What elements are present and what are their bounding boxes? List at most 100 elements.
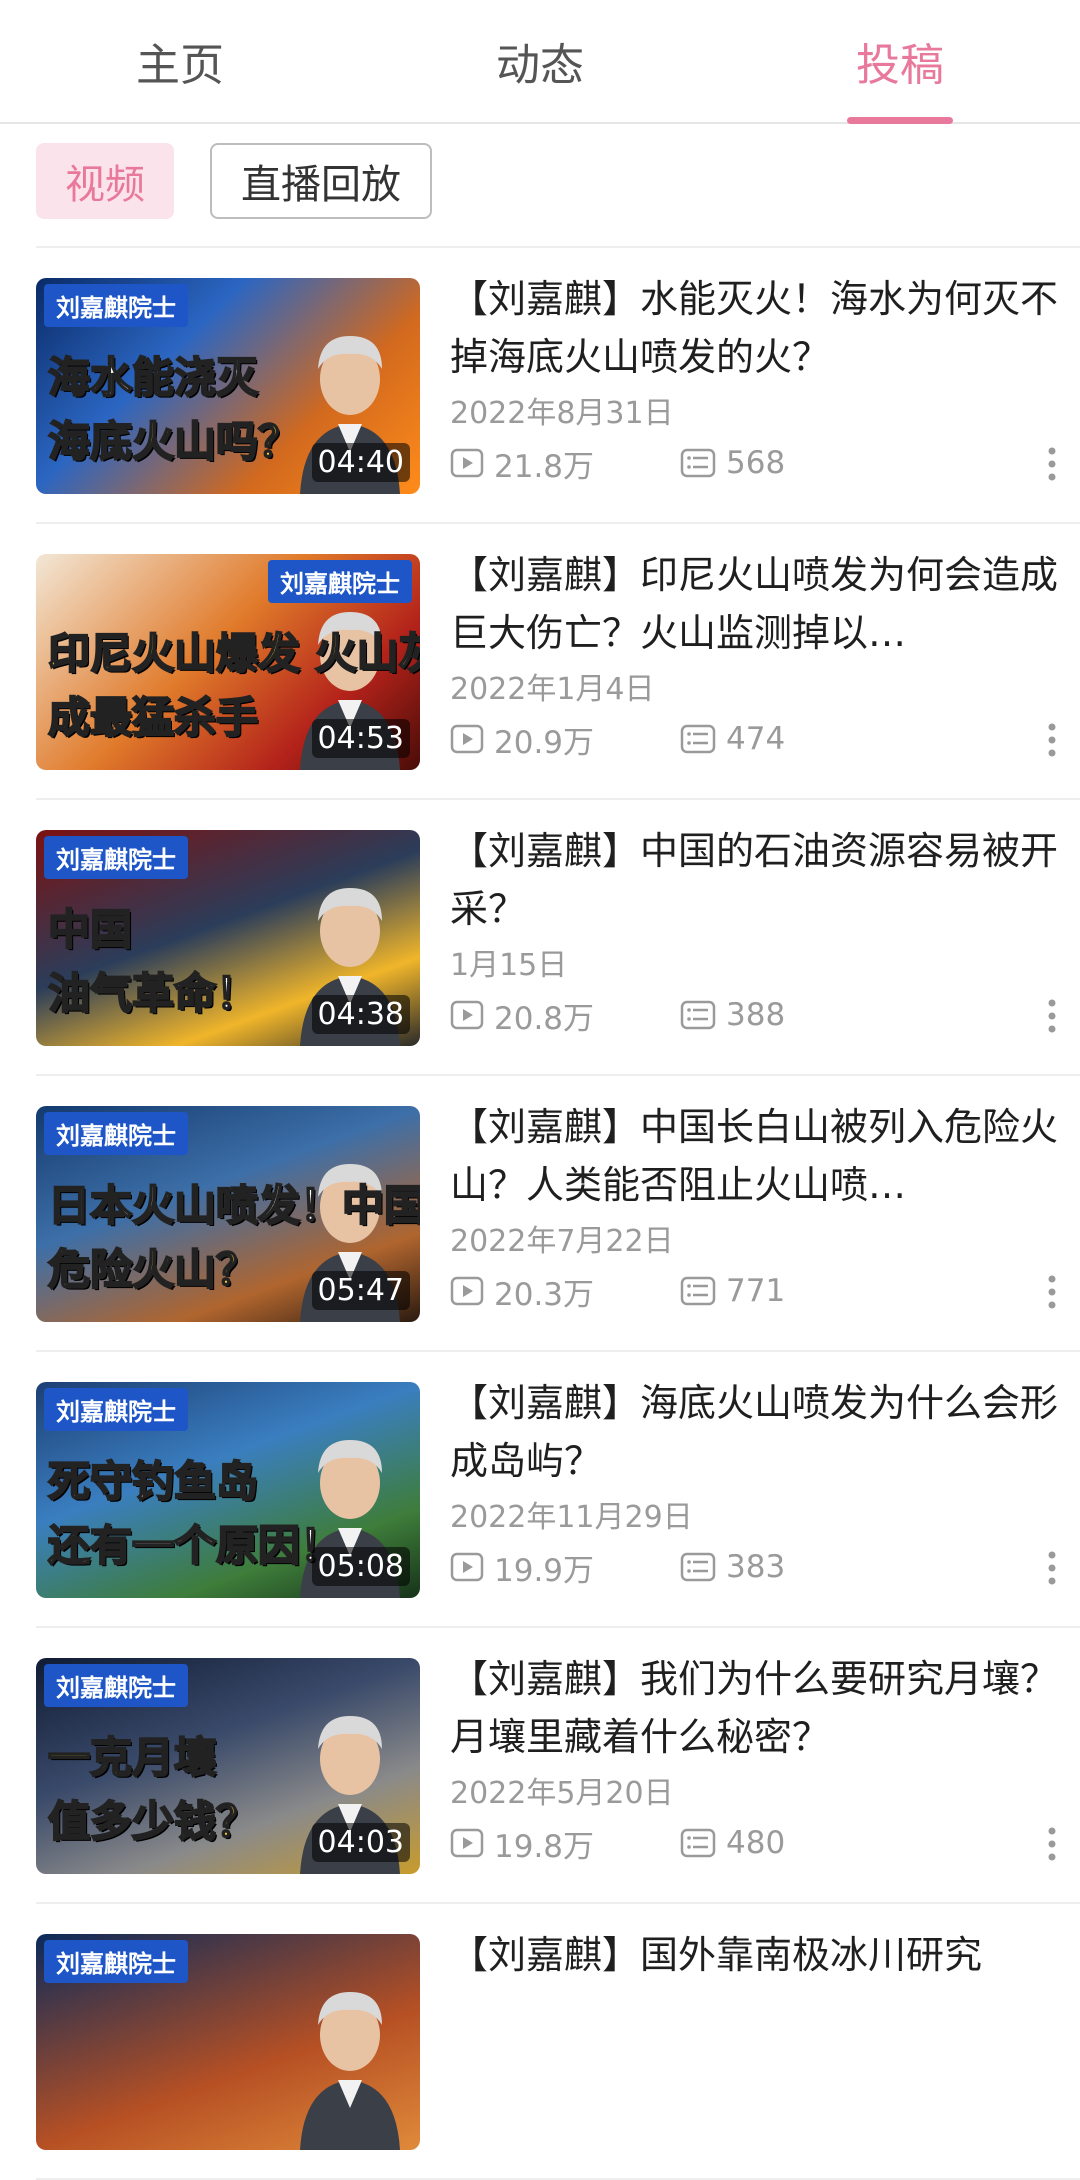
video-info: 【刘嘉麒】水能灭火！海水为何灭不掉海底火山喷发的火？ 2022年8月31日 21.8… (450, 270, 1080, 488)
thumbnail-caption: 中国 (47, 904, 133, 955)
video-title[interactable]: 【刘嘉麒】中国长白山被列入危险火山？人类能否阻止火山喷… (450, 1098, 1080, 1214)
video-info: 【刘嘉麒】中国长白山被列入危险火山？人类能否阻止火山喷… 2022年7月22日 20… (450, 1098, 1080, 1316)
more-options-icon[interactable] (1042, 720, 1062, 760)
thumbnail-caption: 死守钓鱼岛 (47, 1456, 259, 1507)
video-duration: 04:38 (311, 995, 410, 1034)
more-options-icon[interactable] (1042, 996, 1062, 1036)
video-thumbnail[interactable]: 刘嘉麒院士 一克月壤 值多少钱？ 04:03 (36, 1658, 420, 1874)
video-list-item[interactable]: 刘嘉麒院士 印尼火山爆发 火山灰 成最猛杀手 04:53 【刘嘉麒】印尼火山喷发为何会造… (36, 524, 1080, 800)
video-list-item[interactable]: 刘嘉麒院士日本火山喷发！中国有哪些危险火山？ 05:47 【刘嘉麒】中国长白山被列入… (36, 1076, 1080, 1352)
comment-count-value: 480 (726, 1825, 786, 1861)
video-duration: 05:08 (311, 1547, 410, 1586)
play-count: 20.8万 (450, 993, 680, 1038)
more-options-icon[interactable] (1042, 444, 1062, 484)
video-title[interactable]: 【刘嘉麒】中国的石油资源容易被开采？ (450, 822, 1080, 938)
comment-count-icon (680, 1000, 716, 1030)
video-info: 【刘嘉麒】国外靠南极冰川研究 (450, 1926, 1080, 2042)
play-count: 20.3万 (450, 1269, 680, 1314)
comment-count: 383 (680, 1549, 785, 1585)
filter-live-replay-chip[interactable]: 直播回放 (210, 143, 432, 219)
video-date: 2022年11月29日 (450, 1500, 693, 1535)
thumbnail-caption: 一克月壤 (47, 1732, 217, 1783)
comment-count-icon (680, 1828, 716, 1858)
video-list-item[interactable]: 刘嘉麒院士 【刘嘉麒】国外靠南极冰川研究 (36, 1904, 1080, 2180)
more-options-icon[interactable] (1042, 1272, 1062, 1312)
video-thumbnail[interactable]: 刘嘉麒院士 印尼火山爆发 火山灰 成最猛杀手 04:53 (36, 554, 420, 770)
video-list: 刘嘉麒院士 海水能浇灭 海底火山吗？ 04:40 【刘嘉麒】水能灭火！海水为何灭不掉海底… (0, 248, 1080, 2180)
video-stats: 19.8万 480 (450, 1818, 1080, 1868)
comment-count-value: 568 (726, 445, 786, 481)
video-thumbnail[interactable]: 刘嘉麒院士日本火山喷发！中国有哪些危险火山？ 05:47 (36, 1106, 420, 1322)
video-title[interactable]: 【刘嘉麒】我们为什么要研究月壤？月壤里藏着什么秘密？ (450, 1650, 1080, 1766)
filter-bar: 视频 直播回放 (36, 143, 432, 219)
video-list-item[interactable]: 刘嘉麒院士中国油气革命！ 04:38 【刘嘉麒】中国的石油资源容易被开采？ 1月15日… (36, 800, 1080, 1076)
video-duration: 04:03 (311, 1823, 410, 1862)
comment-count-icon (680, 1276, 716, 1306)
comment-count-value: 474 (726, 721, 786, 757)
thumbnail-caption: 印尼火山爆发 火山灰 (47, 628, 420, 679)
comment-count-value: 383 (726, 1549, 786, 1585)
tab-home[interactable]: 主页 (0, 0, 360, 122)
video-thumbnail[interactable]: 刘嘉麒院士中国油气革命！ 04:38 (36, 830, 420, 1046)
thumbnail-badge: 刘嘉麒院士 (44, 1664, 188, 1707)
more-options-icon[interactable] (1042, 1548, 1062, 1588)
video-date: 1月15日 (450, 948, 568, 983)
thumbnail-caption: 油气革命！ (47, 968, 259, 1019)
video-date: 2022年8月31日 (450, 396, 674, 431)
comment-count: 474 (680, 721, 785, 757)
video-thumbnail[interactable]: 刘嘉麒院士 (36, 1934, 420, 2150)
video-info: 【刘嘉麒】海底火山喷发为什么会形成岛屿？ 2022年11月29日 19.9万 383 (450, 1374, 1080, 1592)
play-count-icon (450, 724, 484, 754)
video-list-item[interactable]: 刘嘉麒院士 死守钓鱼岛 还有一个原因！ 05:08 【刘嘉麒】海底火山喷发为什么会形成岛… (36, 1352, 1080, 1628)
video-info: 【刘嘉麒】中国的石油资源容易被开采？ 1月15日 20.8万 388 (450, 822, 1080, 1040)
video-info: 【刘嘉麒】我们为什么要研究月壤？月壤里藏着什么秘密？ 2022年5月20日 19.8… (450, 1650, 1080, 1868)
video-duration: 04:40 (311, 443, 410, 482)
play-count-value: 21.8万 (494, 448, 595, 485)
video-thumbnail[interactable]: 刘嘉麒院士 死守钓鱼岛 还有一个原因！ 05:08 (36, 1382, 420, 1598)
top-tab-bar: 主页 动态 投稿 (0, 0, 1080, 124)
video-title[interactable]: 【刘嘉麒】海底火山喷发为什么会形成岛屿？ (450, 1374, 1080, 1490)
video-title[interactable]: 【刘嘉麒】印尼火山喷发为何会造成巨大伤亡？火山监测掉以… (450, 546, 1080, 662)
comment-count: 771 (680, 1273, 785, 1309)
video-stats: 19.9万 383 (450, 1542, 1080, 1592)
comment-count-icon (680, 448, 716, 478)
comment-count: 480 (680, 1825, 785, 1861)
play-count-icon (450, 1000, 484, 1030)
comment-count: 568 (680, 445, 785, 481)
more-options-icon[interactable] (1042, 1824, 1062, 1864)
play-count-icon (450, 448, 484, 478)
video-date: 2022年5月20日 (450, 1776, 674, 1811)
video-info: 【刘嘉麒】印尼火山喷发为何会造成巨大伤亡？火山监测掉以… 2022年1月4日 20.… (450, 546, 1080, 764)
play-count-value: 19.9万 (494, 1552, 595, 1589)
video-list-item[interactable]: 刘嘉麒院士 一克月壤 值多少钱？ 04:03 【刘嘉麒】我们为什么要研究月壤？月壤里藏着… (36, 1628, 1080, 1904)
comment-count-icon (680, 1552, 716, 1582)
filter-video-chip[interactable]: 视频 (36, 143, 174, 219)
thumbnail-badge: 刘嘉麒院士 (44, 284, 188, 327)
video-date: 2022年7月22日 (450, 1224, 674, 1259)
video-duration: 05:47 (311, 1271, 410, 1310)
video-stats: 21.8万 568 (450, 438, 1080, 488)
tab-dynamics[interactable]: 动态 (360, 0, 720, 122)
thumbnail-caption: 日本火山喷发！中国有哪些 (47, 1180, 420, 1231)
thumbnail-badge: 刘嘉麒院士 (44, 1112, 188, 1155)
thumbnail-badge: 刘嘉麒院士 (44, 836, 188, 879)
video-title[interactable]: 【刘嘉麒】水能灭火！海水为何灭不掉海底火山喷发的火？ (450, 270, 1080, 386)
tab-uploads[interactable]: 投稿 (720, 0, 1080, 122)
thumbnail-caption: 还有一个原因！ (47, 1520, 343, 1571)
video-title[interactable]: 【刘嘉麒】国外靠南极冰川研究 (450, 1926, 1080, 2042)
video-stats: 20.3万 771 (450, 1266, 1080, 1316)
play-count-value: 20.9万 (494, 724, 595, 761)
thumbnail-badge: 刘嘉麒院士 (44, 1940, 188, 1983)
play-count: 21.8万 (450, 441, 680, 486)
comment-count-value: 388 (726, 997, 786, 1033)
video-duration: 04:53 (311, 719, 410, 758)
video-list-item[interactable]: 刘嘉麒院士 海水能浇灭 海底火山吗？ 04:40 【刘嘉麒】水能灭火！海水为何灭不掉海底… (36, 248, 1080, 524)
video-date: 2022年1月4日 (450, 672, 655, 707)
video-stats: 20.8万 388 (450, 990, 1080, 1040)
comment-count-value: 771 (726, 1273, 786, 1309)
comment-count-icon (680, 724, 716, 754)
thumbnail-caption: 危险火山？ (47, 1244, 259, 1295)
video-thumbnail[interactable]: 刘嘉麒院士 海水能浇灭 海底火山吗？ 04:40 (36, 278, 420, 494)
thumbnail-caption: 海底火山吗？ (47, 416, 301, 467)
thumbnail-badge: 刘嘉麒院士 (268, 560, 412, 603)
